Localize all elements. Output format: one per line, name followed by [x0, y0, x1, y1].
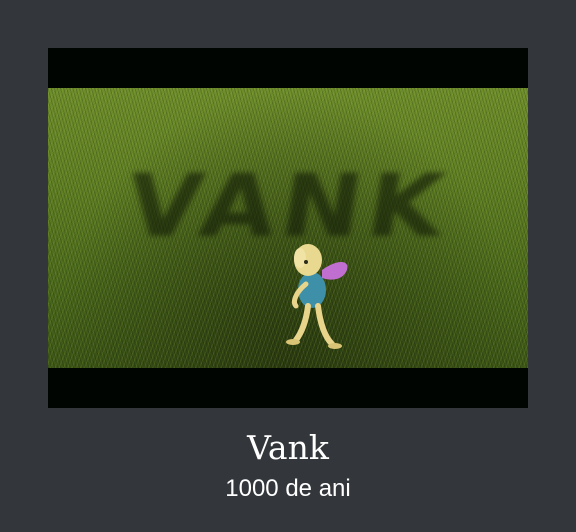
video-card[interactable]: VANK Vank 1000 de ani — [0, 0, 576, 532]
video-thumbnail[interactable]: VANK — [48, 48, 528, 408]
video-title[interactable]: Vank — [0, 428, 576, 468]
video-subtitle: 1000 de ani — [225, 475, 351, 502]
thumbnail-frame: VANK — [48, 88, 528, 368]
cartoon-character-image — [286, 244, 348, 349]
